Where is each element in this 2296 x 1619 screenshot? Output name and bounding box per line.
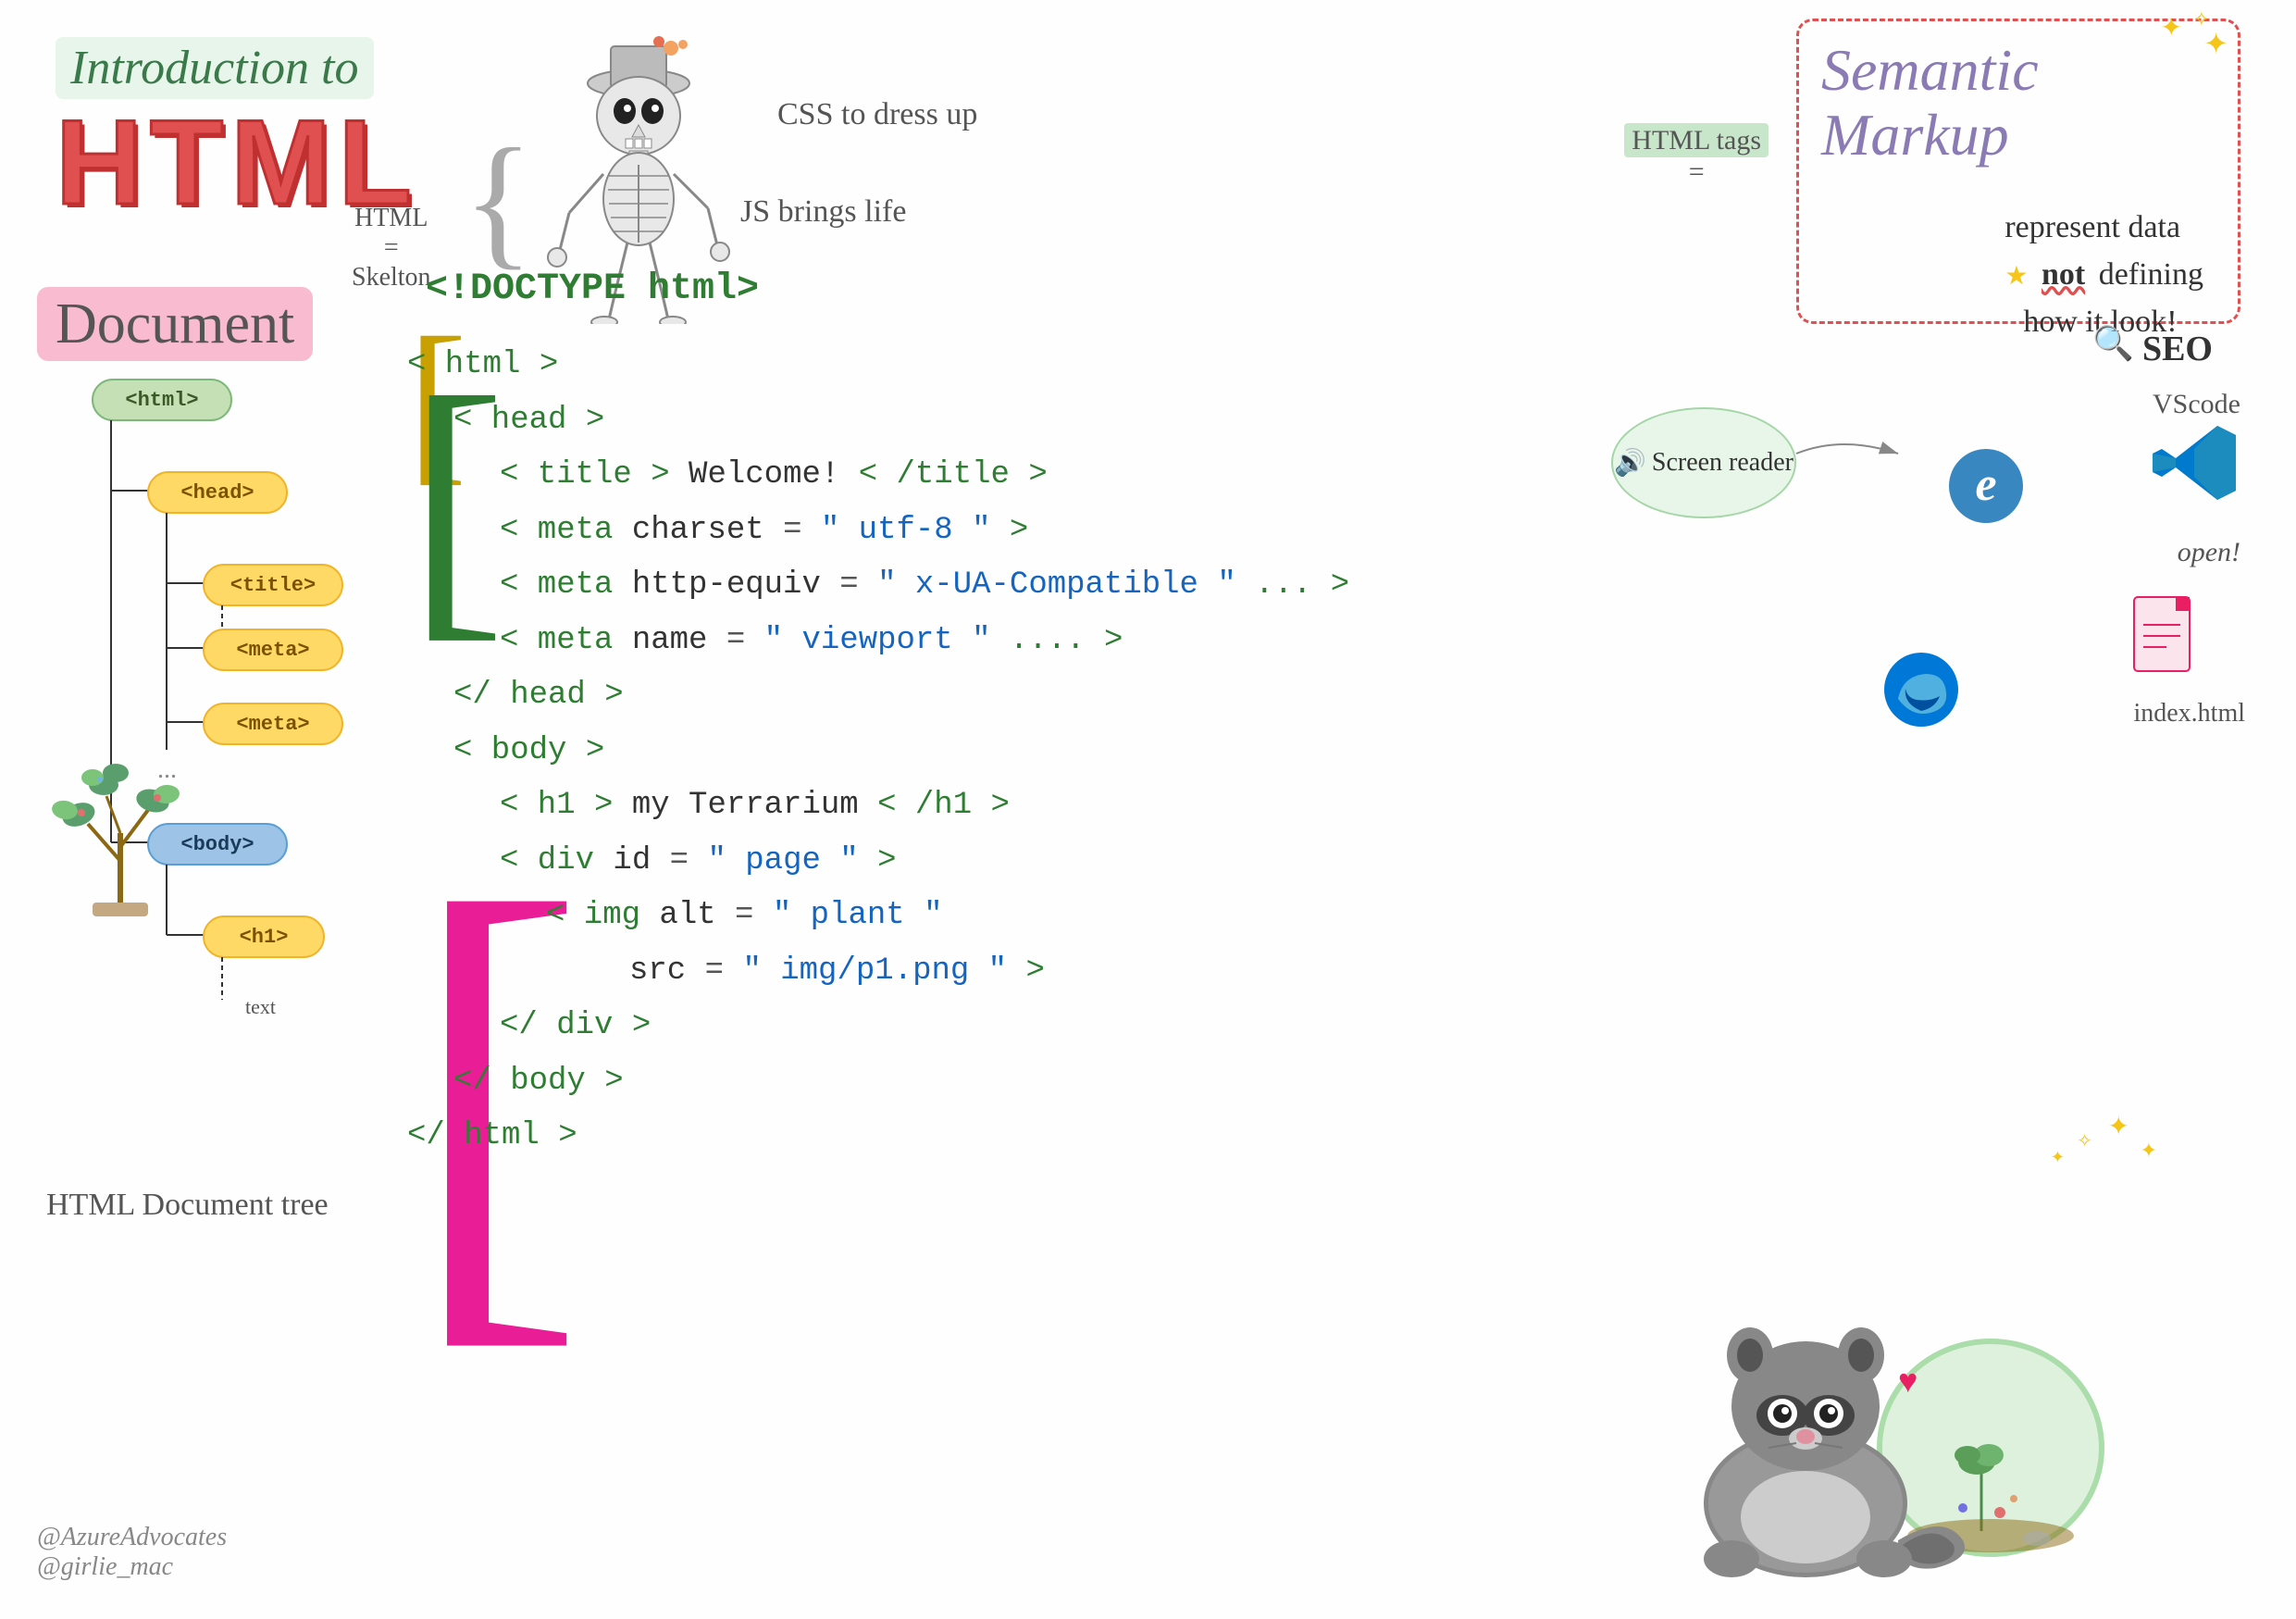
code-line-src: src = " img/p1.png " > xyxy=(407,944,1349,1000)
svg-text:text: text xyxy=(245,995,276,1018)
code-line-close-body: </ body > xyxy=(407,1054,1349,1110)
seo-label: SEO xyxy=(2142,329,2213,369)
azure-advocates-label: @AzureAdvocates xyxy=(37,1523,227,1552)
code-line-close-html: </ html > xyxy=(407,1109,1349,1164)
title-intro: Introduction to xyxy=(56,37,374,99)
eq-sign: = xyxy=(1624,156,1769,188)
watermark: @AzureAdvocates @girlie_mac xyxy=(37,1523,227,1582)
semantic-title: Semantic Markup xyxy=(1821,38,2215,168)
css-label: CSS to dress up xyxy=(777,93,977,137)
code-block: < html > < head > < title > Welcome! < /… xyxy=(407,273,1349,1164)
vscode-label: VScode xyxy=(2153,389,2240,420)
svg-text:<html>: <html> xyxy=(125,389,198,412)
sparkle-icon-4: ✦ xyxy=(2051,1148,2065,1167)
html-doc-tree-label: HTML Document tree xyxy=(46,1185,329,1226)
svg-text:<meta>: <meta> xyxy=(236,639,309,662)
code-line-meta-http: < meta http-equiv = " x-UA-Compatible " … xyxy=(407,558,1349,614)
sparkle-icon-2: ✧ xyxy=(2077,1129,2092,1152)
code-line-meta-charset: < meta charset = " utf-8 " > xyxy=(407,504,1349,559)
code-line-h1: < h1 > my Terrarium < /h1 > xyxy=(407,778,1349,834)
svg-text:<title>: <title> xyxy=(230,574,316,597)
file-icon xyxy=(2129,592,2203,690)
girlie-mac-label: @girlie_mac xyxy=(37,1552,227,1582)
vscode-icon xyxy=(2148,417,2240,514)
code-line-body: < body > xyxy=(407,724,1349,779)
code-line-title: < title > Welcome! < /title > xyxy=(407,448,1349,504)
page: Introduction to HTML HTML = Skelton CSS … xyxy=(0,0,2296,1619)
html-label: HTML xyxy=(352,204,431,233)
star-icon: ✦ xyxy=(2161,12,2182,44)
sparkle-icon-3: ✦ xyxy=(2141,1139,2157,1163)
edge-icon xyxy=(1880,648,1963,752)
index-html-label: index.html xyxy=(2133,699,2245,729)
code-line-meta-name: < meta name = " viewport " .... > xyxy=(407,614,1349,669)
html-tags-eq: HTML tags = xyxy=(1624,125,1769,188)
seo-search-icon: 🔍 xyxy=(2092,324,2134,363)
screen-reader-bubble: 🔊 Screen reader xyxy=(1611,407,1796,518)
svg-text:<meta>: <meta> xyxy=(236,713,309,736)
raccoon-area: ♥ xyxy=(1620,1244,2129,1591)
screen-reader-arrow xyxy=(1787,426,1907,481)
svg-text:<head>: <head> xyxy=(180,481,254,504)
svg-text:♥: ♥ xyxy=(1898,1363,1917,1400)
not-label: not xyxy=(2042,257,2085,292)
document-title: Document xyxy=(37,292,313,357)
defining-label: defining xyxy=(2099,257,2203,292)
code-line-head: < head > xyxy=(407,393,1349,449)
code-line-close-head: </ head > xyxy=(407,668,1349,724)
sparkle-icon-1: ✦ xyxy=(2108,1111,2129,1142)
code-line-div: < div id = " page " > xyxy=(407,834,1349,890)
semantic-title-line1: Semantic xyxy=(1821,37,2039,103)
star-icon-3: ✦ xyxy=(2203,26,2228,61)
semantic-title-line2: Markup xyxy=(1821,102,2009,168)
svg-text:e: e xyxy=(1975,458,1996,511)
code-line-img-alt: < img alt = " plant " xyxy=(407,889,1349,944)
ie-icon: e xyxy=(1944,444,2028,548)
svg-text:<h1>: <h1> xyxy=(240,926,289,949)
eq-label: = xyxy=(352,233,431,263)
html-tags-label: HTML tags xyxy=(1624,123,1769,157)
open-label: open! xyxy=(2178,537,2240,568)
plant-illustration xyxy=(37,722,204,926)
screen-reader-label: Screen reader xyxy=(1652,448,1793,478)
code-line-close-div: </ div > xyxy=(407,999,1349,1054)
code-line-html: < html > xyxy=(407,338,1349,393)
represent-label: represent data xyxy=(2004,204,2203,251)
